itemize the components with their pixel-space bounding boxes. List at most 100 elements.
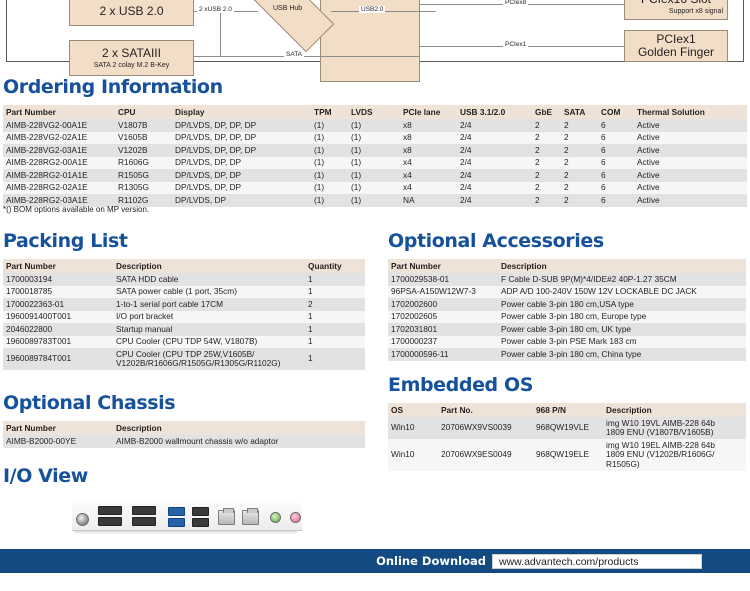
- displayport-port-1b: [98, 517, 122, 526]
- ordering-cell-0-7: 2: [532, 119, 561, 132]
- table-row: AIMB-228VG2-02A1E V1605B DP/LVDS, DP, DP, …: [3, 131, 747, 145]
- table-row: 1702002605 Power cable 3-pin 180 cm, Euro…: [388, 310, 746, 324]
- ordering-cell-6-2: DP/LVDS, DP: [172, 194, 311, 207]
- packing-col-1: Description: [113, 259, 305, 273]
- ordering-cell-6-8: 2: [561, 194, 598, 207]
- accessories-col-0: Part Number: [388, 259, 498, 273]
- accessories-cell-6-0: 1700000596-11: [388, 348, 498, 361]
- table-row: 1960089784T001 CPU Cooler (CPU TDP 25W,V1…: [3, 348, 365, 371]
- accessories-cell-2-0: 1702002600: [388, 298, 498, 311]
- diagram-box-sataiii-title: 2 x SATAIII: [102, 46, 161, 61]
- ordering-cell-6-5: NA: [400, 194, 457, 207]
- ordering-cell-1-6: 2/4: [457, 131, 532, 145]
- ordering-cell-1-9: 6: [598, 131, 634, 145]
- packing-cell-1-2: 1: [305, 285, 365, 299]
- online-download-url[interactable]: www.advantech.com/products: [492, 553, 702, 569]
- table-row: Win10 20706WX9ES0049 968QW19ELE img W10 19E…: [388, 439, 746, 471]
- table-row: 96PSA-A150W12W7-3 ADP A/D 100-240V 150W 1…: [388, 285, 746, 299]
- diagram-box-sataiii-sub: SATA 2 colay M.2 B-Key: [93, 61, 170, 69]
- ordering-cell-5-3: (1): [311, 181, 348, 195]
- ordering-cell-3-3: (1): [311, 156, 348, 170]
- packing-cell-5-1: CPU Cooler (CPU TDP 54W, V1807B): [113, 335, 305, 349]
- antenna-hole-icon: [76, 513, 89, 526]
- ordering-cell-2-10: Active: [634, 144, 747, 157]
- ordering-cell-6-10: Active: [634, 194, 747, 207]
- ordering-cell-3-5: x4: [400, 156, 457, 170]
- ordering-cell-1-4: (1): [348, 131, 400, 145]
- ordering-cell-2-2: DP/LVDS, DP, DP, DP: [172, 144, 311, 157]
- table-row: 1960089783T001 CPU Cooler (CPU TDP 54W, V…: [3, 335, 365, 349]
- ordering-cell-2-0: AIMB-228VG2-03A1E: [3, 144, 115, 157]
- diagram-box-pciex16: PCIex16 Slot Support x8 signal: [624, 0, 728, 20]
- ordering-cell-1-2: DP/LVDS, DP, DP, DP: [172, 131, 311, 145]
- diagram-box-pciex1: PCIex1 Golden Finger: [624, 30, 728, 62]
- ordering-cell-1-7: 2: [532, 131, 561, 145]
- diagram-line-vertical: [220, 11, 221, 56]
- packing-col-0: Part Number: [3, 259, 113, 273]
- packing-cell-3-0: 1960091400T001: [3, 310, 113, 324]
- ordering-col-3: TPM: [311, 105, 348, 119]
- diagram-line-sata: [194, 56, 420, 57]
- accessories-cell-0-1: F Cable D-SUB 9P(M)*4/IDE#2 40P-1.27 35C…: [498, 273, 746, 286]
- diagram-label-pciex8: PCIex8: [503, 0, 529, 6]
- ordering-cell-3-10: Active: [634, 156, 747, 170]
- ordering-cell-6-3: (1): [311, 194, 348, 207]
- ordering-cell-3-9: 6: [598, 156, 634, 170]
- table-row: 1700018785 SATA power cable (1 port, 35cm…: [3, 285, 365, 299]
- chassis-cell-0-1: AIMB-B2000 wallmount chassis w/o adaptor: [113, 435, 365, 448]
- packing-cell-2-0: 1700022363-01: [3, 298, 113, 311]
- ordering-col-8: SATA: [561, 105, 598, 119]
- usb30-port-b: [168, 518, 185, 527]
- optional-accessories-heading: Optional Accessories: [388, 230, 604, 252]
- ordering-cell-4-10: Active: [634, 169, 747, 182]
- ordering-col-1: CPU: [115, 105, 172, 119]
- footer-bar: Online Download www.advantech.com/produc…: [0, 549, 750, 573]
- ordering-cell-0-6: 2/4: [457, 119, 532, 132]
- packing-cell-1-0: 1700018785: [3, 285, 113, 299]
- table-header-row: OS Part No. 968 P/N Description: [388, 403, 746, 417]
- packing-cell-2-2: 2: [305, 298, 365, 311]
- packing-cell-0-1: SATA HDD cable: [113, 273, 305, 286]
- table-row: AIMB-228VG2-03A1E V1202B DP/LVDS, DP, DP, …: [3, 144, 747, 157]
- ordering-cell-4-4: (1): [348, 169, 400, 182]
- diagram-box-pciex16-title: PCIex16 Slot: [641, 0, 711, 6]
- packing-cell-6-1: CPU Cooler (CPU TDP 25W,V1605B/V1202B/R1…: [113, 348, 305, 371]
- diagram-box-sataiii: 2 x SATAIII SATA 2 colay M.2 B-Key: [69, 40, 194, 76]
- ordering-cell-0-1: V1807B: [115, 119, 172, 132]
- table-row: AIMB-228VG2-00A1E V1807B DP/LVDS, DP, DP, …: [3, 119, 747, 132]
- os-col-3: Description: [603, 403, 746, 417]
- ordering-cell-0-8: 2: [561, 119, 598, 132]
- diagram-box-usb20: 2 x USB 2.0: [69, 0, 194, 26]
- embedded-os-table: OS Part No. 968 P/N Description Win10 20706W…: [388, 403, 746, 471]
- ordering-col-10: Thermal Solution: [634, 105, 747, 119]
- packing-cell-5-2: 1: [305, 335, 365, 349]
- ordering-cell-4-6: 2/4: [457, 169, 532, 182]
- ordering-cell-0-0: AIMB-228VG2-00A1E: [3, 119, 115, 132]
- ordering-cell-5-2: DP/LVDS, DP, DP: [172, 181, 311, 195]
- usb30-port-a: [168, 507, 185, 516]
- online-download-label: Online Download: [376, 554, 486, 568]
- accessories-cell-1-0: 96PSA-A150W12W7-3: [388, 285, 498, 299]
- displayport-port-2a: [132, 506, 156, 515]
- lan-port-1: [218, 508, 235, 525]
- block-diagram-frame: 2 x USB 2.0 2 x SATAIII SATA 2 colay M.2…: [6, 0, 744, 82]
- ordering-cell-2-8: 2: [561, 144, 598, 157]
- diagram-usb-hub-label: USB Hub: [273, 5, 303, 12]
- ordering-cell-5-4: (1): [348, 181, 400, 195]
- ordering-cell-2-5: x8: [400, 144, 457, 157]
- table-row: AIMB-228RG2-00A1E R1606G DP/LVDS, DP, DP (1…: [3, 156, 747, 170]
- packing-cell-3-2: 1: [305, 310, 365, 324]
- ordering-cell-4-0: AIMB-228RG2-01A1E: [3, 169, 115, 182]
- accessories-cell-3-1: Power cable 3-pin 180 cm, Europe type: [498, 310, 746, 324]
- table-row: 1702031801 Power cable 3-pin 180 cm, UK t…: [388, 323, 746, 336]
- chassis-col-0: Part Number: [3, 421, 113, 435]
- diagram-label-sata: SATA: [284, 51, 305, 58]
- os-cell-1-0: Win10: [388, 439, 438, 471]
- diagram-box-pciex16-sub: Support x8 signal: [668, 7, 723, 15]
- table-header-row: Part Number Description: [3, 421, 365, 435]
- audio-line-out-green-jack: [270, 512, 281, 523]
- ordering-footnote: *() BOM options available on MP version.: [3, 205, 150, 214]
- ordering-cell-6-4: (1): [348, 194, 400, 207]
- packing-cell-4-1: Startup manual: [113, 323, 305, 336]
- ordering-cell-3-0: AIMB-228RG2-00A1E: [3, 156, 115, 170]
